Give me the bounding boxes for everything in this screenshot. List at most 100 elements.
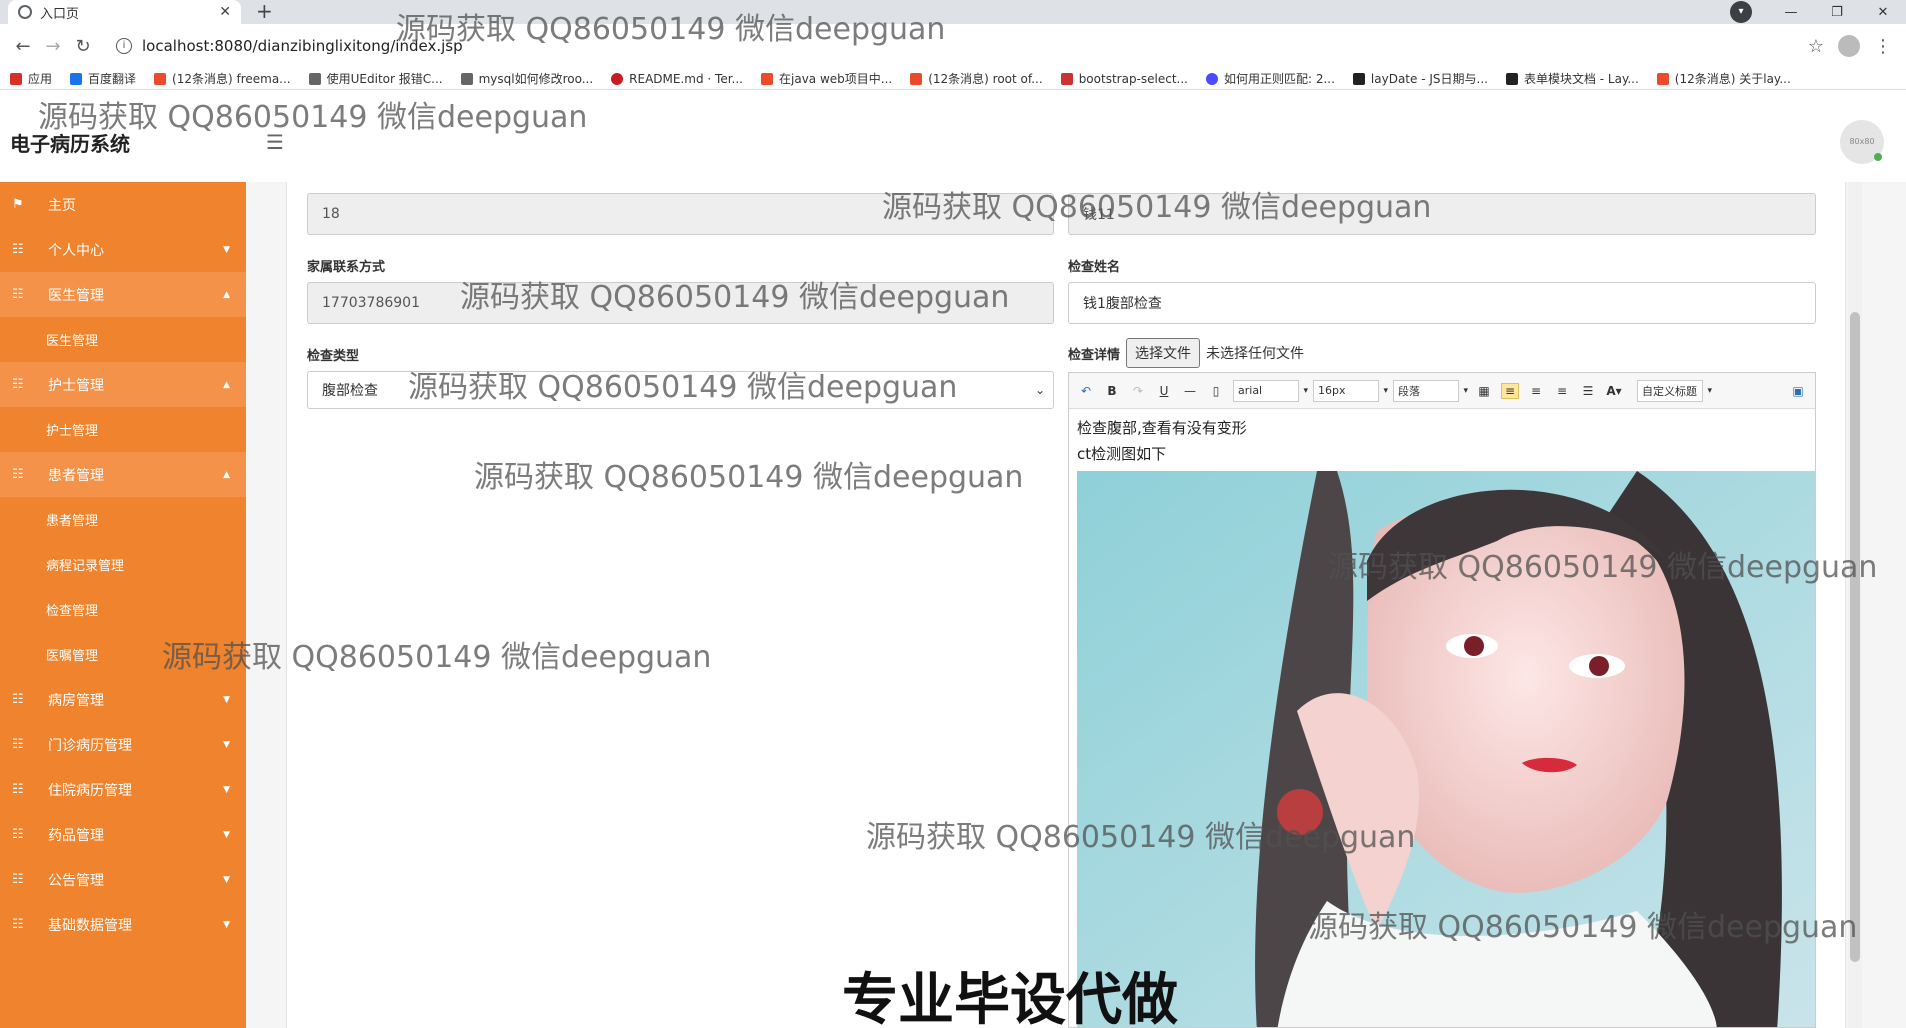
bookmark-item[interactable]: (12条消息) 关于lay... [1656, 70, 1791, 87]
bookmark-favicon-icon [611, 72, 624, 85]
bookmark-item[interactable]: mysql如何修改roo... [460, 70, 593, 87]
custom-title-select[interactable]: 自定义标题 [1637, 379, 1712, 402]
window-close-icon[interactable]: ✕ [1860, 5, 1906, 20]
sidebar-item-outpatient[interactable]: ☷ 门诊病历管理 ▼ [0, 722, 246, 767]
profile-icon[interactable] [1838, 35, 1860, 57]
exam-name-input[interactable]: 钱1腹部检查 [1068, 282, 1816, 324]
new-tab-icon[interactable]: + [256, 0, 273, 22]
tab-search-icon[interactable]: ▾ [1730, 1, 1752, 23]
font-family-select[interactable]: arial [1233, 379, 1308, 402]
sidebar-item-drug[interactable]: ☷ 药品管理 ▼ [0, 812, 246, 857]
sidebar-subitem-exam[interactable]: 检查管理 [0, 587, 246, 632]
sidebar-item-ward[interactable]: ☷ 病房管理 ▼ [0, 677, 246, 722]
sidebar-item-base[interactable]: ☷ 基础数据管理 ▼ [0, 902, 246, 947]
bookmark-item[interactable]: 表单模块文档 - Lay... [1505, 70, 1639, 87]
site-info-icon[interactable]: i [116, 38, 132, 54]
address-bar: ← → ↻ i localhost:8080/dianzibinglixiton… [0, 24, 1906, 68]
sidebar-item-personal[interactable]: ☷ 个人中心 ▼ [0, 227, 246, 272]
forward-icon[interactable]: → [38, 36, 68, 57]
sidebar-item-home[interactable]: ⚑ 主页 [0, 182, 246, 227]
watermark: 源码获取 QQ86050149 微信deepguan [408, 370, 958, 405]
align-justify-icon[interactable]: ☰ [1579, 384, 1597, 398]
bookmark-item[interactable]: layDate - JS日期与... [1352, 70, 1488, 87]
chevron-down-icon: ▼ [223, 919, 230, 930]
sidebar-item-inpatient[interactable]: ☷ 住院病历管理 ▼ [0, 767, 246, 812]
watermark: 源码获取 QQ86050149 微信deepguan [396, 12, 946, 47]
grid-icon: ☷ [12, 872, 24, 887]
sidebar: ⚑ 主页 ☷ 个人中心 ▼ ☷ 医生管理 ▲ 医生管理 ☷ 护士管理 ▲ 护士管理 ☷ 患者管理… [0, 182, 246, 1028]
bookmark-favicon-icon [1205, 72, 1218, 85]
font-color-icon[interactable]: A▾ [1605, 384, 1623, 398]
table-icon[interactable]: ▦ [1475, 384, 1493, 398]
bold-icon[interactable]: B [1103, 384, 1121, 398]
editor-toolbar: ↶ B ↷ U — ▯ arial 16px 段落 ▦ ≡ ≡ ≡ ☰ A▾ 自… [1069, 373, 1815, 409]
bookmark-item[interactable]: README.md · Ter... [611, 72, 743, 86]
redo-icon[interactable]: ↷ [1129, 384, 1147, 398]
chevron-down-icon: ▼ [223, 784, 230, 795]
bookmark-favicon-icon [761, 72, 773, 85]
paragraph-select[interactable]: 段落 [1393, 379, 1468, 402]
back-icon[interactable]: ← [8, 36, 38, 57]
undo-icon[interactable]: ↶ [1077, 384, 1095, 398]
bookmark-favicon-icon [70, 72, 83, 85]
bookmark-item[interactable]: 使用UEditor 报错C... [308, 70, 443, 87]
sidebar-subitem-doctor[interactable]: 医生管理 [0, 317, 246, 362]
watermark: 源码获取 QQ86050149 微信deepguan [474, 460, 1024, 495]
chevron-down-icon: ▼ [223, 739, 230, 750]
page-icon[interactable]: ▯ [1207, 384, 1225, 398]
bookmark-favicon-icon [154, 72, 167, 85]
bookmark-item[interactable]: 如何用正则匹配: 2... [1205, 70, 1335, 87]
scrollbar-thumb[interactable] [1850, 312, 1860, 962]
sidebar-subitem-nurse[interactable]: 护士管理 [0, 407, 246, 452]
sidebar-subitem-patient[interactable]: 患者管理 [0, 497, 246, 542]
font-size-select[interactable]: 16px [1313, 379, 1388, 402]
tab-favicon-icon [18, 5, 32, 19]
bookmark-item[interactable]: (12条消息) freema... [154, 70, 291, 87]
minimize-icon[interactable]: — [1768, 5, 1814, 20]
grid-icon: ☷ [12, 737, 24, 752]
chevron-up-icon: ▲ [223, 289, 230, 300]
file-status-text: 未选择任何文件 [1206, 346, 1305, 362]
close-icon[interactable]: ✕ [219, 4, 231, 20]
align-right-icon[interactable]: ≡ [1527, 384, 1545, 398]
chevron-up-icon: ▲ [223, 379, 230, 390]
exam-detail-label: 检查详情 [1068, 347, 1121, 363]
sidebar-item-nurse[interactable]: ☷ 护士管理 ▲ [0, 362, 246, 407]
choose-file-button[interactable]: 选择文件 [1126, 338, 1201, 368]
sidebar-subitem-course[interactable]: 病程记录管理 [0, 542, 246, 587]
bookmark-favicon-icon [1505, 72, 1518, 85]
reload-icon[interactable]: ↻ [68, 36, 98, 57]
grid-icon: ☷ [12, 782, 24, 797]
editor-content[interactable]: 检查腹部,查看有没有变形 ct检测图如下 [1069, 409, 1815, 473]
browser-menu-icon[interactable]: ⋮ [1874, 36, 1892, 57]
bookmark-item[interactable]: 百度翻译 [70, 70, 136, 87]
editor-line: ct检测图如下 [1077, 445, 1167, 463]
browser-tab[interactable]: 入口页 ✕ [8, 0, 241, 24]
underline-icon[interactable]: U [1155, 384, 1173, 398]
align-left-icon[interactable]: ≡ [1501, 382, 1519, 399]
watermark: 源码获取 QQ86050149 微信deepguan [1328, 550, 1878, 585]
url-input[interactable]: i localhost:8080/dianzibinglixitong/inde… [108, 31, 1808, 61]
sidebar-item-doctor[interactable]: ☷ 医生管理 ▲ [0, 272, 246, 317]
sidebar-item-notice[interactable]: ☷ 公告管理 ▼ [0, 857, 246, 902]
fullscreen-icon[interactable]: ▣ [1789, 384, 1807, 398]
bookmark-item[interactable]: 应用 [10, 70, 52, 87]
watermark: 源码获取 QQ86050149 微信deepguan [1308, 910, 1858, 945]
bookmark-item[interactable]: bootstrap-select... [1060, 72, 1188, 86]
sidebar-item-patient[interactable]: ☷ 患者管理 ▲ [0, 452, 246, 497]
exam-type-label: 检查类型 [307, 349, 360, 364]
apps-icon [10, 72, 22, 85]
bookmark-favicon-icon [1060, 72, 1073, 85]
restore-icon[interactable]: ❐ [1814, 5, 1860, 20]
watermark: 源码获取 QQ86050149 微信deepguan [882, 190, 1432, 225]
bookmark-item[interactable]: (12条消息) root of... [910, 70, 1043, 87]
bookmark-item[interactable]: 在java web项目中... [761, 70, 892, 87]
exam-detail-row: 检查详情 选择文件 未选择任何文件 [1068, 338, 1304, 368]
bookmark-star-icon[interactable]: ☆ [1808, 36, 1824, 57]
align-center-icon[interactable]: ≡ [1553, 384, 1571, 398]
exam-name-label: 检查姓名 [1068, 260, 1121, 275]
horizontal-rule-icon[interactable]: — [1181, 384, 1199, 398]
family-contact-label: 家属联系方式 [307, 260, 386, 275]
avatar[interactable]: 80x80 [1840, 120, 1884, 164]
chevron-up-icon: ▲ [223, 469, 230, 480]
